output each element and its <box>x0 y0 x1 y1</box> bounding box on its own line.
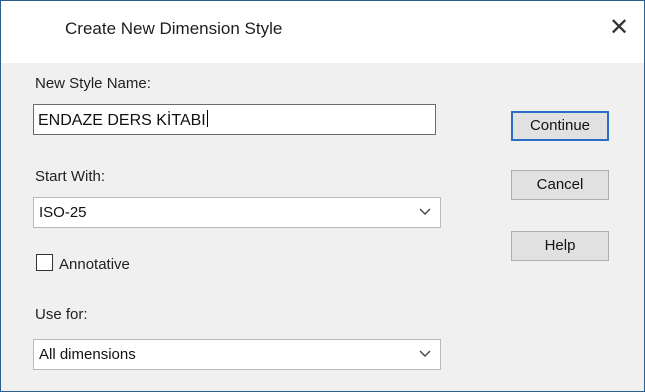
new-style-name-value: ENDAZE DERS KİTABI <box>38 112 206 129</box>
title-bar: Create New Dimension Style ✕ <box>1 1 644 63</box>
start-with-label: Start With: <box>35 168 106 185</box>
chevron-down-icon <box>419 208 431 215</box>
start-with-dropdown[interactable]: ISO-25 <box>33 197 441 228</box>
use-for-dropdown[interactable]: All dimensions <box>33 339 441 370</box>
use-for-value: All dimensions <box>39 346 136 363</box>
help-button[interactable]: Help <box>511 231 609 261</box>
text-caret <box>206 110 208 127</box>
use-for-label: Use for: <box>35 306 88 323</box>
continue-button[interactable]: Continue <box>511 111 609 141</box>
annotative-checkbox[interactable] <box>36 254 53 271</box>
chevron-down-icon <box>419 350 431 357</box>
cancel-button[interactable]: Cancel <box>511 170 609 200</box>
start-with-value: ISO-25 <box>39 204 87 221</box>
new-style-name-input[interactable]: ENDAZE DERS KİTABI <box>33 104 436 135</box>
create-new-dimension-style-dialog: Create New Dimension Style ✕ New Style N… <box>0 0 645 392</box>
window-title: Create New Dimension Style <box>65 19 283 38</box>
annotative-label: Annotative <box>59 256 130 273</box>
close-icon[interactable]: ✕ <box>602 11 636 45</box>
new-style-name-label: New Style Name: <box>35 75 151 92</box>
